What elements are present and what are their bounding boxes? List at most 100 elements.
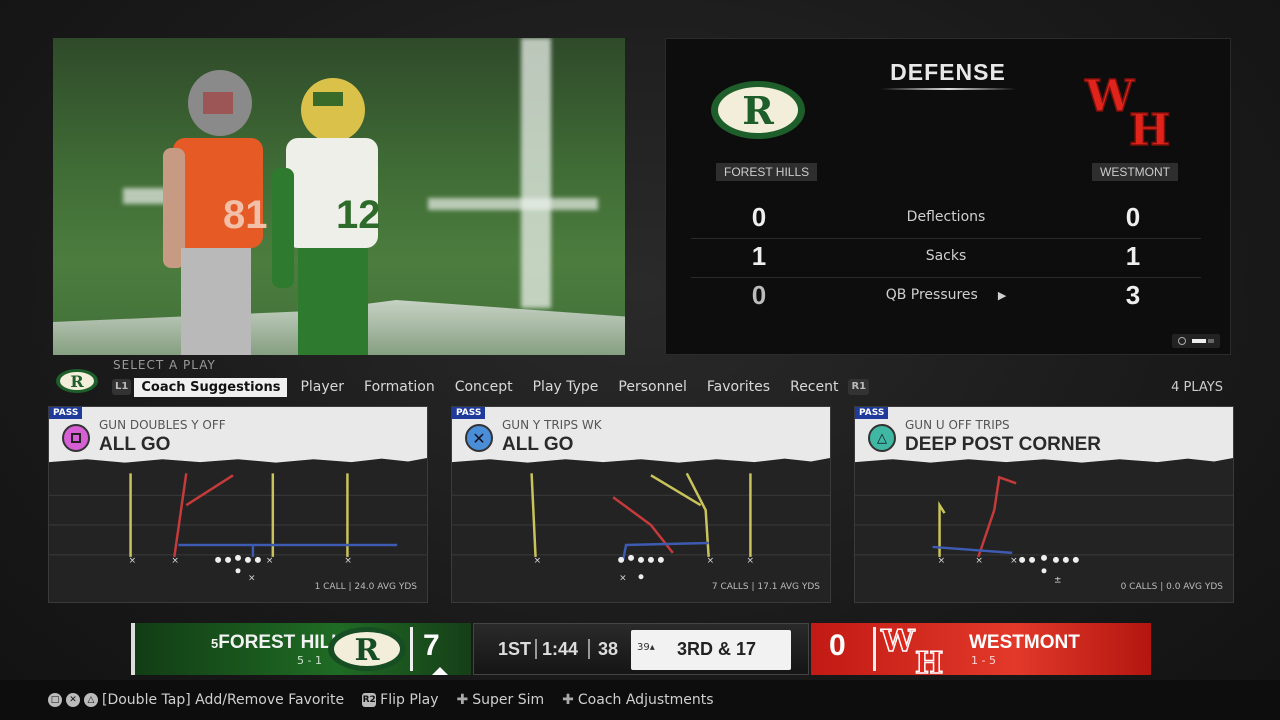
svg-text:×: ×	[266, 556, 274, 566]
stat-label-text: QB Pressures	[885, 287, 978, 303]
svg-text:H: H	[915, 646, 943, 675]
svg-text:×: ×	[129, 556, 137, 566]
super-sim-hint[interactable]: ✚ Super Sim	[457, 692, 545, 708]
defense-stats-panel: DEFENSE R W H FOREST HILLS WESTMONT 0 De…	[665, 38, 1231, 355]
svg-text:×: ×	[975, 556, 983, 566]
r1-button-icon[interactable]: R1	[848, 379, 870, 395]
triangle-button-icon: △	[868, 424, 896, 452]
yard-line	[521, 38, 551, 308]
svg-text:×: ×	[707, 556, 715, 566]
svg-text:×: ×	[938, 556, 946, 566]
tab-coach-suggestions[interactable]: Coach Suggestions	[134, 377, 288, 397]
play-stats: 1 CALL | 24.0 AVG YDS	[314, 582, 417, 592]
stat-row-deflections: 0 Deflections 0	[691, 199, 1201, 239]
l1-button-icon[interactable]: L1	[112, 379, 132, 395]
coach-adjustments-hint[interactable]: ✚ Coach Adjustments	[562, 692, 713, 708]
flip-play-hint[interactable]: R2 Flip Play	[362, 692, 439, 708]
svg-text:H: H	[1129, 105, 1171, 149]
square-button-icon	[62, 424, 90, 452]
play-select-bar: R SELECT A PLAY L1 Coach Suggestions Pla…	[0, 356, 1280, 398]
away-stat-value: 1	[1125, 241, 1141, 271]
player-teammate: 12	[272, 78, 381, 355]
tab-concept[interactable]: Concept	[448, 377, 520, 397]
tab-favorites[interactable]: Favorites	[700, 377, 777, 397]
ball-on: 39▴	[637, 642, 655, 653]
svg-text:W: W	[880, 624, 916, 659]
svg-text:R: R	[742, 88, 774, 133]
play-clock: 38	[598, 639, 619, 659]
tab-player[interactable]: Player	[293, 377, 351, 397]
tab-personnel[interactable]: Personnel	[611, 377, 693, 397]
possession-indicator	[432, 667, 448, 675]
team-logo-small: R	[56, 369, 98, 393]
divider	[873, 627, 876, 671]
ball-on-value: 39	[637, 642, 650, 653]
home-score: 7	[423, 629, 440, 662]
stat-row-qb-pressures: 0 QB Pressures ▶ 3	[691, 277, 1201, 317]
jersey-number: 81	[223, 193, 268, 237]
svg-text:×: ×	[344, 556, 352, 566]
select-play-heading: SELECT A PLAY	[113, 358, 216, 372]
triangle-button-icon: △	[84, 693, 98, 707]
tab-play-type[interactable]: Play Type	[526, 377, 606, 397]
svg-text:×: ×	[619, 574, 627, 584]
formation-name: GUN Y TRIPS WK	[502, 418, 602, 432]
super-sim-label: Super Sim	[472, 692, 545, 708]
page-bar	[1208, 339, 1214, 343]
play-stats: 0 CALLS | 0.0 AVG YDS	[1120, 582, 1223, 592]
down-distance: 3RD & 17	[677, 639, 757, 659]
away-stat-value: 3	[1125, 280, 1141, 310]
away-team-label: WESTMONT	[1092, 163, 1178, 181]
play-name: DEEP POST CORNER	[905, 434, 1102, 455]
svg-text:R: R	[70, 372, 84, 391]
coach-adjustments-label: Coach Adjustments	[577, 692, 714, 708]
divider	[410, 627, 413, 671]
r2-button-icon: R2	[362, 693, 377, 707]
down-distance-box: 39▴ 3RD & 17	[631, 630, 791, 670]
divider	[588, 639, 590, 659]
page-bar-active	[1192, 339, 1206, 343]
svg-text:×: ×	[534, 556, 542, 566]
play-card-deep-post-corner[interactable]: PASS △ GUN U OFF TRIPS DEEP POST CORNER …	[854, 406, 1234, 603]
square-button-icon: □	[48, 693, 62, 707]
away-stat-value: 0	[1125, 202, 1141, 232]
forest-hills-logo: R	[711, 81, 805, 139]
triangle-up-icon: ▴	[649, 642, 655, 653]
home-team-label: FOREST HILLS	[716, 163, 818, 181]
play-type-badge: PASS	[855, 407, 889, 419]
play-card-all-go-doubles[interactable]: PASS GUN DOUBLES Y OFF ALL GO × × × × × 1 CA…	[48, 406, 428, 603]
play-tabs: L1 Coach Suggestions Player Formation Co…	[112, 377, 870, 397]
svg-text:×: ×	[248, 574, 256, 584]
page-dot-icon	[1178, 337, 1186, 345]
home-team-record: 5 - 1	[297, 654, 322, 667]
favorite-hint[interactable]: □ ✕ △ [Double Tap] Add/Remove Favorite	[48, 692, 344, 708]
button-help-bar: □ ✕ △ [Double Tap] Add/Remove Favorite R…	[0, 680, 1280, 720]
tab-recent[interactable]: Recent	[783, 377, 845, 397]
player-opponent: 81	[163, 70, 268, 355]
away-team-name: WESTMONT	[969, 632, 1080, 653]
forest-hills-logo: R	[328, 627, 406, 671]
arrow-right-icon: ▶	[997, 289, 1007, 302]
play-name: ALL GO	[502, 434, 574, 455]
away-team-score-panel: 0 W H WESTMONT 1 - 5	[811, 623, 1151, 675]
plays-count: 4 PLAYS	[1171, 380, 1223, 395]
quarter: 1ST	[498, 639, 532, 659]
game-clock: 1:44	[542, 639, 579, 659]
stat-row-sacks: 1 Sacks 1	[691, 238, 1201, 278]
divider	[535, 639, 537, 659]
jersey-number: 12	[336, 193, 381, 237]
title-underline	[881, 88, 1016, 90]
play-card-all-go-trips[interactable]: PASS ✕ GUN Y TRIPS WK ALL GO × × × × 7 CALL…	[451, 406, 831, 603]
svg-text:×: ×	[1010, 556, 1018, 566]
play-name: ALL GO	[99, 434, 171, 455]
dpad-icon: ✚	[562, 692, 574, 708]
svg-text:R: R	[355, 633, 381, 668]
cross-button-icon: ✕	[66, 693, 80, 707]
favorite-hint-label: [Double Tap] Add/Remove Favorite	[102, 692, 345, 708]
play-type-badge: PASS	[49, 407, 83, 419]
page-indicator	[1172, 334, 1220, 348]
game-clock-panel: 1ST 1:44 38 39▴ 3RD & 17	[473, 623, 809, 675]
tab-formation[interactable]: Formation	[357, 377, 442, 397]
svg-text:×: ×	[746, 556, 754, 566]
svg-text:W: W	[1084, 71, 1135, 122]
